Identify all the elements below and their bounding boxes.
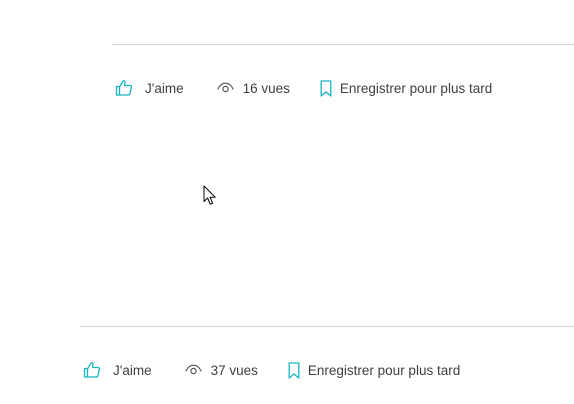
eye-icon xyxy=(184,364,202,376)
views-count: 16 vues xyxy=(216,80,290,96)
post-action-bar: J'aime 16 vues Enregistrer pour plus tar… xyxy=(115,77,492,99)
views-count: 37 vues xyxy=(184,362,258,378)
thumbs-up-icon xyxy=(83,361,101,379)
like-label: J'aime xyxy=(113,362,152,378)
post-divider xyxy=(80,326,574,327)
save-label: Enregistrer pour plus tard xyxy=(339,80,493,96)
thumbs-up-icon xyxy=(115,79,133,97)
post-action-bar: J'aime 37 vues Enregistrer pour plus tar… xyxy=(83,359,460,381)
save-for-later-button[interactable]: Enregistrer pour plus tard xyxy=(288,361,461,379)
like-label: J'aime xyxy=(145,80,184,96)
save-label: Enregistrer pour plus tard xyxy=(307,362,461,378)
bookmark-icon xyxy=(288,361,300,379)
like-button[interactable]: J'aime xyxy=(115,79,184,97)
eye-icon xyxy=(216,82,234,94)
views-label: 16 vues xyxy=(242,80,290,96)
post-feed: J'aime 16 vues Enregistrer pour plus tar… xyxy=(0,0,574,404)
bookmark-icon xyxy=(320,79,332,97)
post-divider xyxy=(112,44,574,45)
like-button[interactable]: J'aime xyxy=(83,361,152,379)
save-for-later-button[interactable]: Enregistrer pour plus tard xyxy=(320,79,493,97)
mouse-pointer-icon xyxy=(203,185,217,206)
views-label: 37 vues xyxy=(210,362,258,378)
